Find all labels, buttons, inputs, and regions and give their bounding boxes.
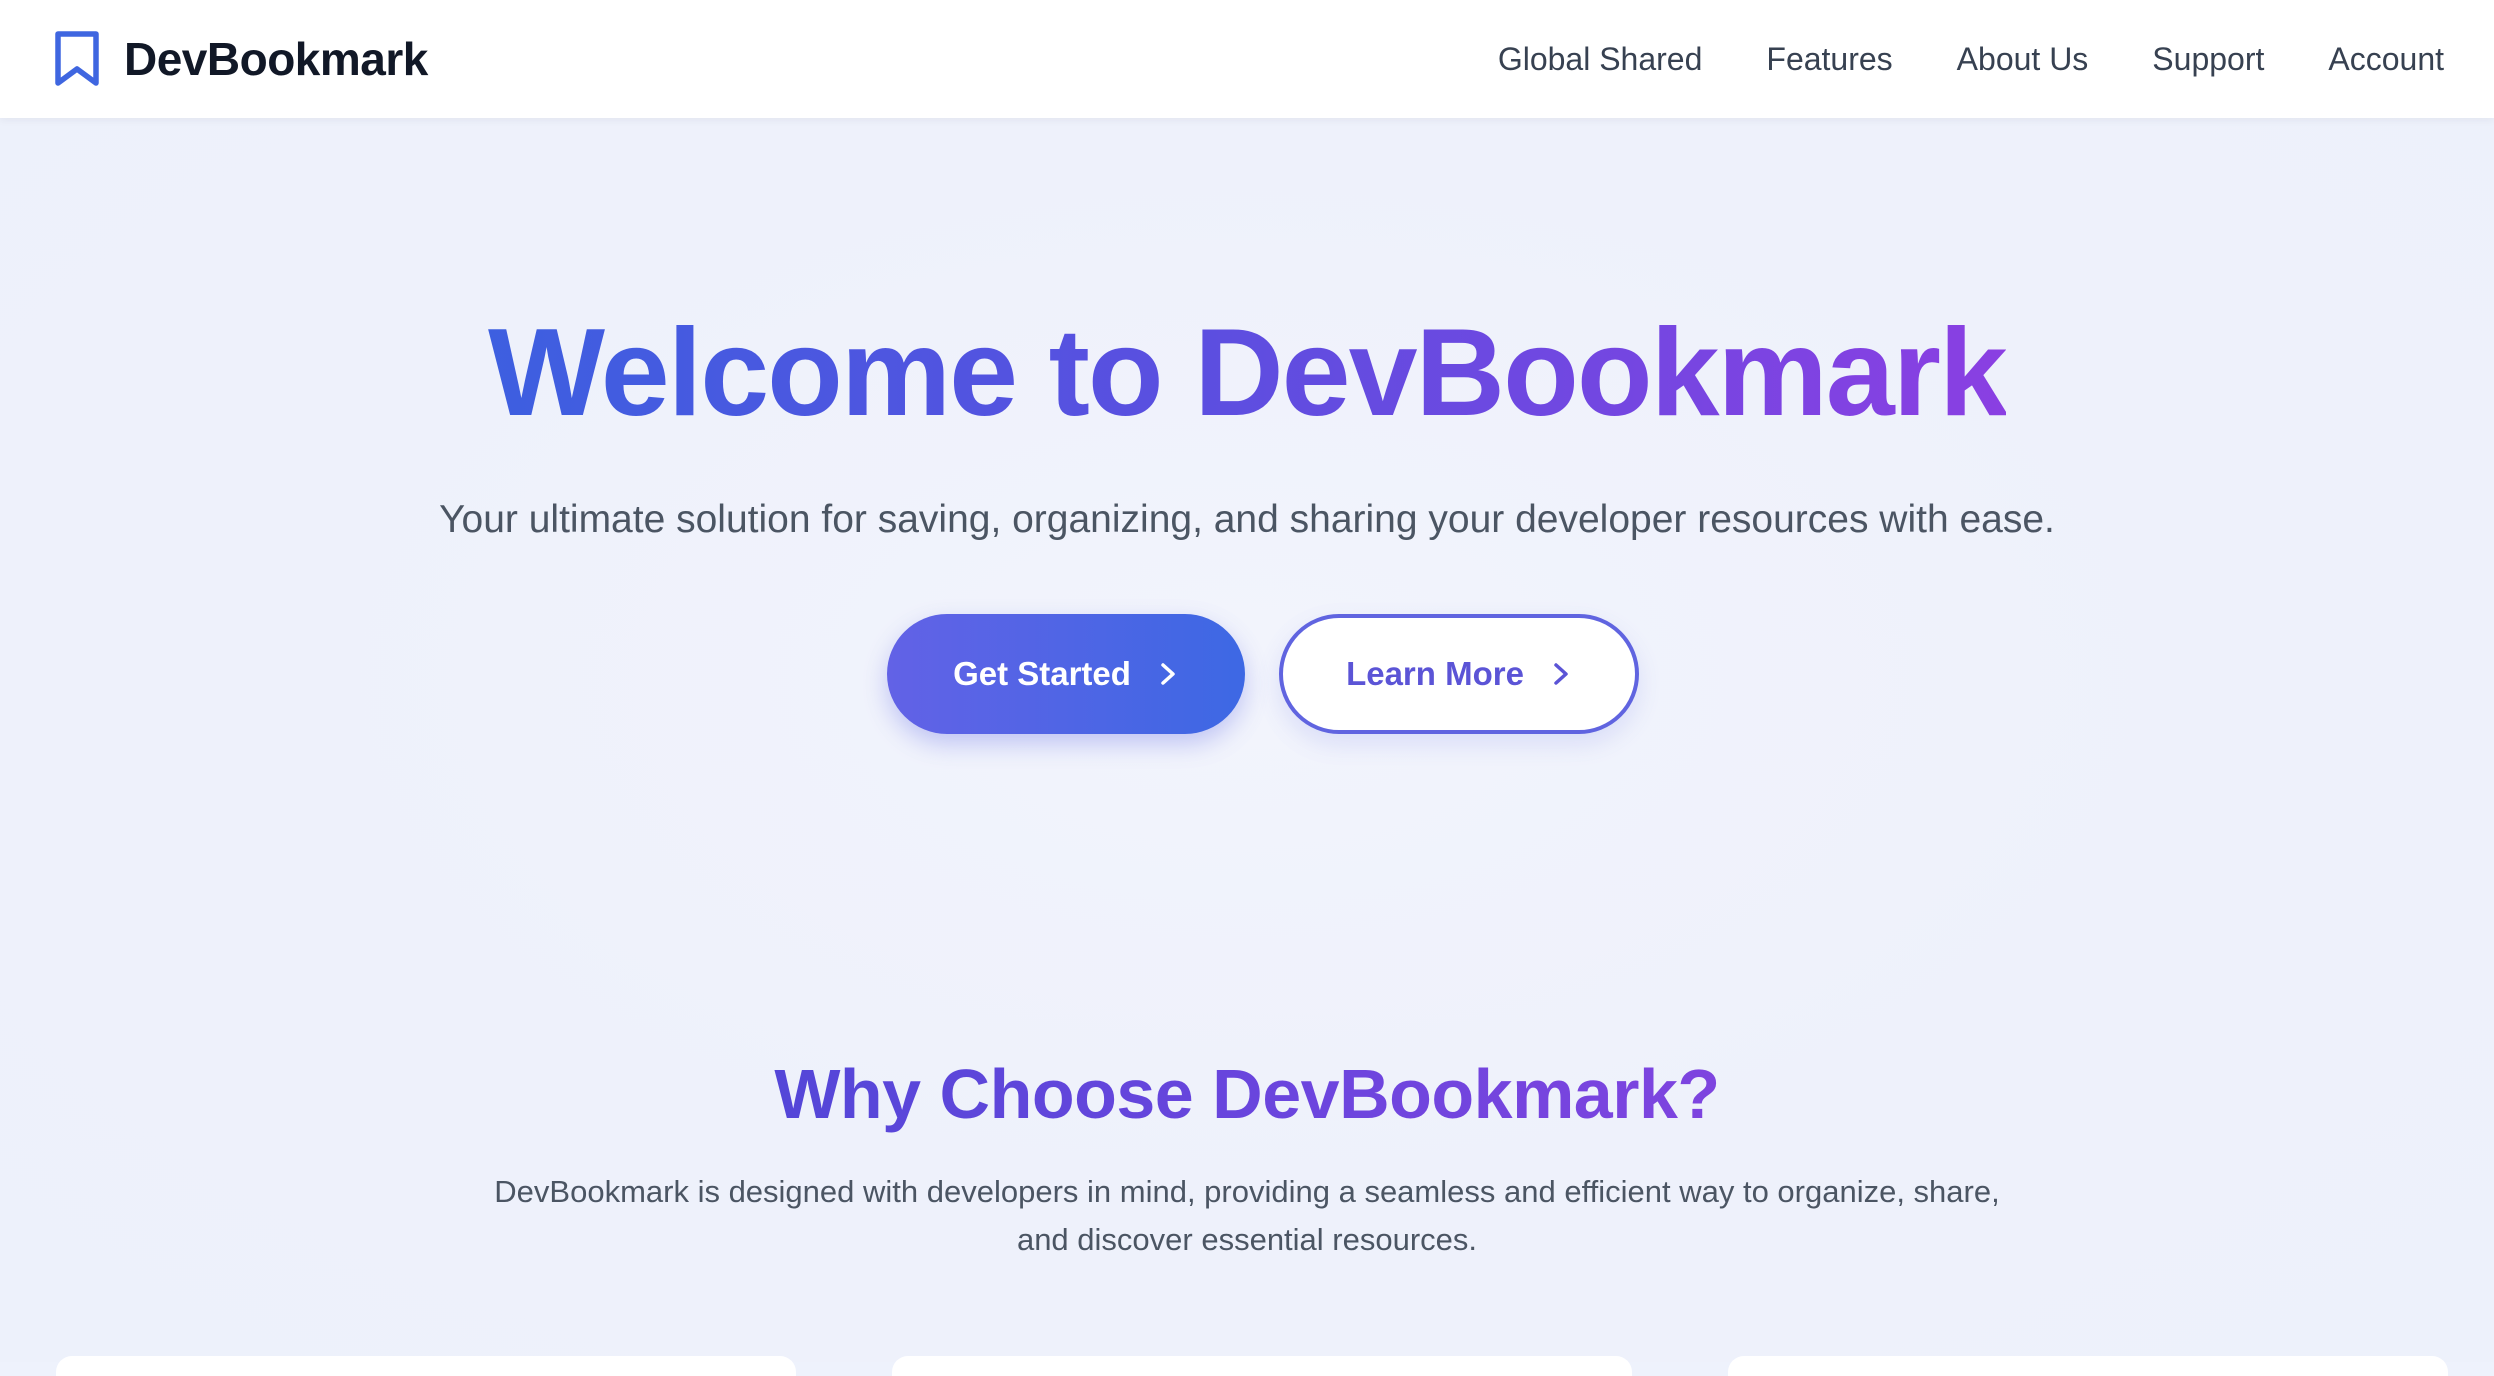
chevron-right-icon (1554, 663, 1568, 685)
feature-card-peek (56, 1356, 796, 1376)
nav-about-us[interactable]: About Us (1957, 41, 2089, 78)
feature-card-peek (892, 1356, 1632, 1376)
why-choose-title: Why Choose DevBookmark? (0, 1054, 2494, 1134)
hero-title-text: Welcome to DevBookmark (488, 304, 2008, 442)
nav-features[interactable]: Features (1766, 41, 1892, 78)
why-choose-title-text: Why Choose DevBookmark? (774, 1055, 1720, 1133)
cta-row: Get Started Learn More (0, 614, 2494, 734)
main-nav: Global Shared Features About Us Support … (1434, 41, 2444, 78)
feature-card-peek (1728, 1356, 2448, 1376)
nav-global-shared[interactable]: Global Shared (1498, 41, 1703, 78)
brand-name: DevBookmark (124, 33, 428, 85)
hero-section: Welcome to DevBookmark Your ultimate sol… (0, 118, 2494, 1362)
learn-more-label: Learn More (1346, 655, 1524, 692)
nav-account[interactable]: Account (2328, 41, 2444, 78)
brand[interactable]: DevBookmark (52, 30, 428, 88)
nav-support[interactable]: Support (2152, 41, 2264, 78)
why-choose-description: DevBookmark is designed with developers … (494, 1174, 2000, 1257)
hero-title: Welcome to DevBookmark (0, 302, 2494, 444)
hero-subtitle: Your ultimate solution for saving, organ… (439, 498, 2055, 541)
get-started-label: Get Started (953, 655, 1131, 692)
top-navbar: DevBookmark Global Shared Features About… (0, 0, 2494, 118)
chevron-right-icon (1161, 663, 1175, 685)
bookmark-icon (55, 31, 99, 86)
learn-more-button[interactable]: Learn More (1279, 614, 1639, 734)
get-started-button[interactable]: Get Started (887, 614, 1245, 734)
